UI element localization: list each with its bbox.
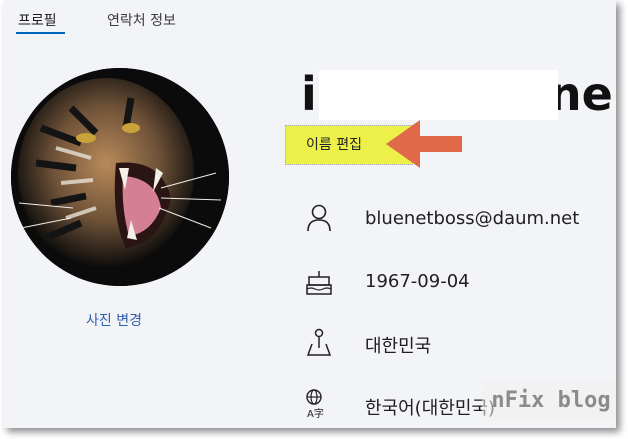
language-value: 한국어(대한민국): [365, 398, 495, 419]
person-icon: [307, 204, 331, 232]
profile-window: 프로필 연락처 정보 사진 변경 i gyn: [3, 0, 616, 428]
active-tab-indicator: [16, 32, 65, 34]
tab-profile[interactable]: 프로필: [18, 10, 57, 30]
language-icon: A字: [306, 389, 324, 420]
arrow-left-icon: [386, 120, 462, 168]
profile-name-start: i: [301, 67, 317, 121]
country-value: 대한민국: [365, 336, 432, 357]
birthday-cake-icon: [306, 271, 332, 295]
profile-photo: [11, 68, 229, 286]
svg-text:A字: A字: [307, 407, 324, 420]
location-pin-icon: [306, 328, 332, 356]
tiger-photo: [11, 68, 229, 286]
birthday-value: 1967-09-04: [365, 271, 470, 292]
change-photo-link[interactable]: 사진 변경: [86, 310, 142, 330]
name-redaction: [319, 70, 558, 120]
blog-watermark: nFix blog: [482, 380, 616, 422]
tab-contact-info[interactable]: 연락처 정보: [107, 10, 176, 30]
email-value: bluenetboss@daum.net: [365, 208, 580, 229]
